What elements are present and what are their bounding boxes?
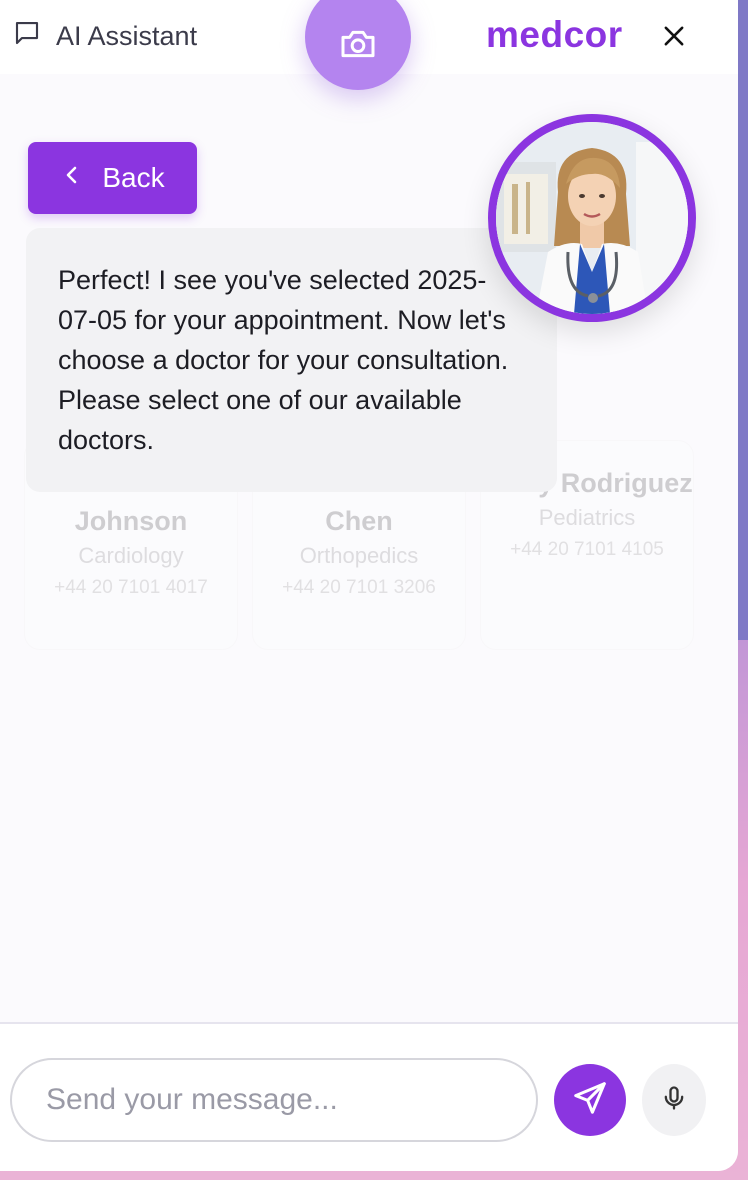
camera-icon [338,24,378,69]
chevron-left-icon [60,162,84,194]
scrollbar[interactable] [738,0,748,640]
close-icon [660,26,688,54]
doctor-phone: +44 20 7101 4017 [54,577,208,598]
back-label: Back [102,162,165,193]
send-button[interactable] [554,1064,626,1136]
chat-panel: Johnson Cardiology +44 20 7101 4017 Chen… [0,0,738,1171]
send-icon [571,1079,609,1122]
back-button[interactable]: Back [28,142,197,214]
doctor-specialty: Pediatrics [538,505,636,530]
chat-header: AI Assistant medcor [0,0,738,90]
doctor-phone: +44 20 7101 3206 [282,577,436,598]
doctor-name: Chen [325,506,393,536]
doctor-specialty: Orthopedics [299,543,419,568]
doctor-specialty: Cardiology [78,543,184,568]
microphone-button[interactable] [642,1064,706,1136]
message-composer [0,1022,738,1171]
chat-bubble-icon [12,18,42,55]
assistant-message: Perfect! I see you've selected 2025-07-0… [26,228,557,492]
doctor-name: Johnson [74,506,188,536]
message-input[interactable] [10,1058,538,1142]
doctor-phone: +44 20 7101 4105 [510,539,664,560]
assistant-title: AI Assistant [12,18,197,55]
microphone-icon [660,1084,688,1117]
assistant-label: AI Assistant [56,21,198,51]
brand-logo: medcor [486,14,623,55]
close-button[interactable] [660,22,688,50]
doctor-avatar [488,114,696,322]
